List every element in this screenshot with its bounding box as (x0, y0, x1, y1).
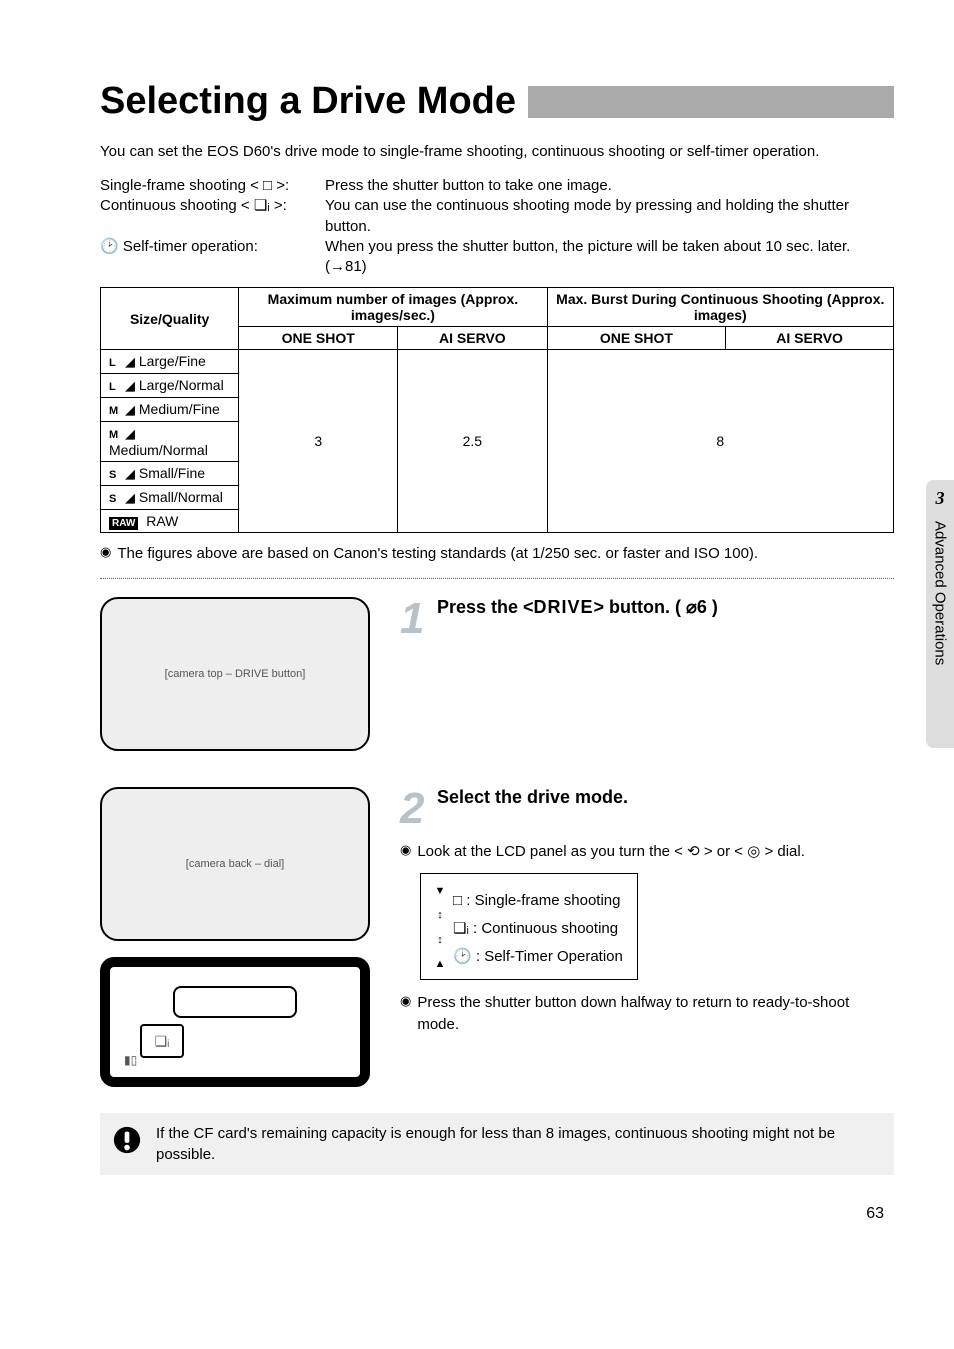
th-ai-servo-1: AI SERVO (398, 327, 547, 350)
illustration-lcd-panel: ❏ᵢ ▮▯ (100, 957, 370, 1087)
step-1-number: 1 (400, 597, 424, 641)
step2-bullet-1-icon: ◉ (400, 841, 411, 863)
step-2-bullet-1: Look at the LCD panel as you turn the < … (417, 841, 805, 863)
cell-one-shot-value: 3 (239, 350, 398, 533)
row-large-fine: L◢ Large/Fine (101, 350, 239, 374)
legend-single: : Single-frame shooting (466, 892, 620, 909)
mode-continuous-label: Continuous shooting < ❏ᵢ >: (100, 196, 325, 237)
row-small-fine: S◢ Small/Fine (101, 462, 239, 486)
th-ai-servo-2: AI SERVO (726, 327, 894, 350)
drive-mode-legend: ▼ ↕ ↕ ▲ □ : Single-frame shooting ❏ᵢ : C… (420, 873, 638, 980)
illustration-dial: [camera back – dial] (100, 787, 370, 941)
th-max-burst: Max. Burst During Continuous Shooting (A… (547, 288, 893, 327)
step-2-number: 2 (400, 787, 424, 831)
chapter-thumb-tab: 3 Advanced Operations (926, 480, 954, 748)
step-1-title: Press the <DRIVE> button. ( ⌀6 ) (437, 597, 718, 617)
th-one-shot-2: ONE SHOT (547, 327, 726, 350)
self-timer-icon: 🕑 (453, 948, 472, 965)
arrow-down-icon: ▼ (435, 884, 446, 900)
mode-timer-label: 🕑 Self-timer operation: (100, 237, 325, 278)
page-title: Selecting a Drive Mode (100, 80, 516, 123)
mode-single-desc: Press the shutter button to take one ima… (325, 176, 612, 196)
intro-paragraph: You can set the EOS D60's drive mode to … (100, 141, 894, 162)
step-2-bullet-2: Press the shutter button down halfway to… (417, 992, 894, 1036)
lcd-drive-icon: ❏ᵢ (155, 1033, 170, 1050)
arrow-updown-icon: ↕ (437, 933, 443, 949)
legend-continuous: : Continuous shooting (473, 920, 618, 937)
section-divider (100, 578, 894, 579)
illustration-drive-button: [camera top – DRIVE button] (100, 597, 370, 751)
cell-burst-value: 8 (547, 350, 893, 533)
cell-ai-servo-value: 2.5 (398, 350, 547, 533)
spec-table: Size/Quality Maximum number of images (A… (100, 287, 894, 533)
row-medium-fine: M◢ Medium/Fine (101, 398, 239, 422)
step-2-title: Select the drive mode. (437, 787, 628, 807)
battery-icon: ▮▯ (124, 1053, 137, 1067)
row-large-normal: L◢ Large/Normal (101, 374, 239, 398)
chapter-number: 3 (936, 488, 945, 509)
mode-timer-desc: When you press the shutter button, the p… (325, 237, 894, 278)
row-raw: RAW RAW (101, 510, 239, 533)
continuous-icon: ❏ᵢ (453, 920, 469, 937)
mode-continuous-desc: You can use the continuous shooting mode… (325, 196, 894, 237)
row-medium-normal: M◢ Medium/Normal (101, 422, 239, 462)
page-number: 63 (100, 1205, 894, 1223)
note-bullet-icon: ◉ (100, 543, 111, 564)
row-small-normal: S◢ Small/Normal (101, 486, 239, 510)
legend-timer: : Self-Timer Operation (476, 948, 623, 965)
warning-text: If the CF card's remaining capacity is e… (156, 1123, 882, 1165)
th-size-quality: Size/Quality (101, 288, 239, 350)
arrow-updown-icon: ↕ (437, 908, 443, 924)
table-footnote: The figures above are based on Canon's t… (117, 543, 758, 564)
mode-single-label: Single-frame shooting < □ >: (100, 176, 325, 196)
chapter-label: Advanced Operations (932, 521, 949, 665)
warning-box: If the CF card's remaining capacity is e… (100, 1113, 894, 1175)
title-decoration-bar (528, 86, 894, 118)
arrow-up-icon: ▲ (435, 957, 446, 973)
step2-bullet-2-icon: ◉ (400, 992, 411, 1036)
single-frame-icon: □ (453, 892, 462, 909)
warning-icon (112, 1125, 142, 1155)
th-max-images: Maximum number of images (Approx. images… (239, 288, 547, 327)
th-one-shot-1: ONE SHOT (239, 327, 398, 350)
